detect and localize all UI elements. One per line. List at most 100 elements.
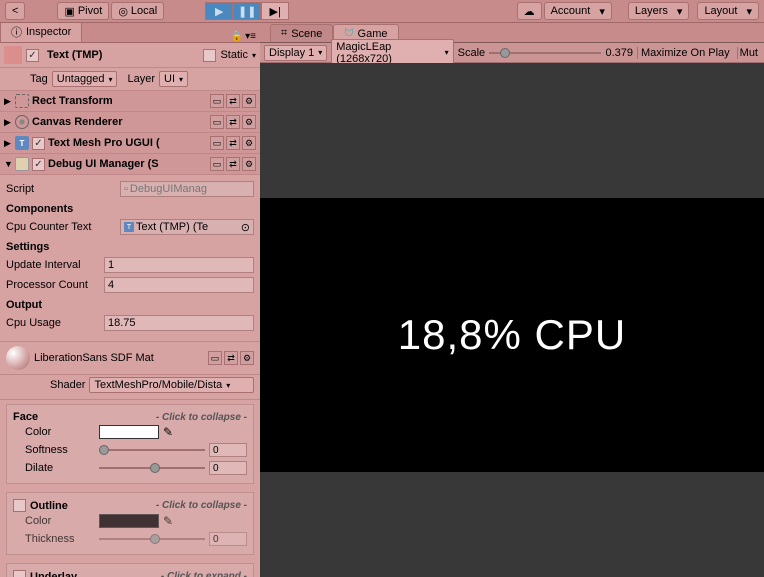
preset-icon[interactable]: ⇄ bbox=[226, 94, 240, 108]
component-rect-transform[interactable]: ▶ Rect Transform ▭⇄⚙ bbox=[0, 91, 260, 112]
display-dropdown[interactable]: Display 1 bbox=[264, 45, 327, 61]
outline-section: Outline - Click to collapse - Color ✎ Th… bbox=[6, 492, 254, 555]
script-label: Script bbox=[6, 183, 116, 195]
game-viewport: 18,8% CPU bbox=[260, 63, 764, 577]
canvas-renderer-icon bbox=[15, 115, 29, 129]
preset-icon[interactable]: ⇄ bbox=[224, 351, 238, 365]
preset-icon[interactable]: ⇄ bbox=[226, 157, 240, 171]
rect-transform-icon bbox=[15, 94, 29, 108]
maximize-label[interactable]: Maximize On Play bbox=[637, 47, 733, 59]
layer-dropdown[interactable]: UI bbox=[159, 71, 188, 87]
local-button[interactable]: ◎Local bbox=[111, 2, 164, 20]
tab-inspector[interactable]: ⓘInspector bbox=[0, 23, 82, 42]
material-name: LiberationSans SDF Mat bbox=[34, 352, 204, 364]
play-button[interactable]: ▶ bbox=[205, 2, 233, 20]
cloud-button[interactable]: ☁ bbox=[517, 2, 542, 20]
underlay-expand-hint[interactable]: - Click to expand - bbox=[161, 571, 247, 577]
preset-icon[interactable]: ⇄ bbox=[226, 136, 240, 150]
component-tmp[interactable]: ▶ T Text Mesh Pro UGUI ( ▭⇄⚙ bbox=[0, 133, 260, 154]
game-panel: ⌗Scene ᗢGame Display 1 MagicLEap (1268x7… bbox=[260, 23, 764, 577]
thickness-label: Thickness bbox=[25, 533, 95, 545]
underlay-title[interactable]: Underlay bbox=[30, 571, 77, 577]
script-field[interactable]: ▫DebugUIManag bbox=[120, 181, 254, 197]
face-color-swatch[interactable] bbox=[99, 425, 159, 439]
lock-icon[interactable]: 🔒 bbox=[231, 31, 243, 42]
face-title[interactable]: Face bbox=[13, 411, 38, 423]
gear-icon[interactable]: ⚙ bbox=[240, 351, 254, 365]
layout-dropdown[interactable]: Layout▾ bbox=[697, 2, 759, 20]
tag-dropdown[interactable]: Untagged bbox=[52, 71, 118, 87]
pause-button[interactable]: ❚❚ bbox=[233, 2, 261, 20]
inspector-icon: ⓘ bbox=[11, 24, 22, 40]
outline-collapse-hint[interactable]: - Click to collapse - bbox=[156, 500, 247, 511]
preset-icon[interactable]: ⇄ bbox=[226, 115, 240, 129]
static-dropdown-arrow[interactable]: ▾ bbox=[252, 51, 256, 60]
layer-label: Layer bbox=[127, 73, 155, 85]
docs-icon[interactable]: ▭ bbox=[208, 351, 222, 365]
debug-enabled-checkbox[interactable] bbox=[32, 158, 45, 171]
inspector-tab-bar: ⓘInspector 🔒 ▾≡ bbox=[0, 23, 260, 43]
step-button[interactable]: ▶| bbox=[261, 2, 289, 20]
panel-menu-icon[interactable]: ▾≡ bbox=[245, 31, 256, 42]
account-dropdown[interactable]: Account▾ bbox=[544, 2, 612, 20]
gear-icon[interactable]: ⚙ bbox=[242, 94, 256, 108]
tmp-icon: T bbox=[15, 136, 29, 150]
scene-icon: ⌗ bbox=[281, 27, 287, 40]
cpu-display-text: 18,8% CPU bbox=[398, 311, 626, 359]
pivot-icon: ▣ bbox=[64, 5, 74, 18]
cpu-usage-field[interactable] bbox=[104, 315, 254, 331]
foldout-icon[interactable]: ▶ bbox=[4, 117, 12, 128]
gear-icon[interactable]: ⚙ bbox=[242, 136, 256, 150]
gear-icon[interactable]: ⚙ bbox=[242, 157, 256, 171]
docs-icon[interactable]: ▭ bbox=[210, 136, 224, 150]
component-debug-ui-manager[interactable]: ▼ Debug UI Manager (S ▭⇄⚙ bbox=[0, 154, 260, 175]
game-render-area: 18,8% CPU bbox=[260, 198, 764, 472]
component-canvas-renderer[interactable]: ▶ Canvas Renderer ▭⇄⚙ bbox=[0, 112, 260, 133]
eyedropper-icon[interactable]: ✎ bbox=[163, 425, 173, 439]
tmp-enabled-checkbox[interactable] bbox=[32, 137, 45, 150]
gameobject-icon bbox=[4, 46, 22, 64]
static-checkbox[interactable] bbox=[203, 49, 216, 62]
docs-icon[interactable]: ▭ bbox=[210, 115, 224, 129]
update-interval-field[interactable] bbox=[104, 257, 254, 273]
softness-value[interactable] bbox=[209, 443, 247, 457]
material-header[interactable]: LiberationSans SDF Mat ▭⇄⚙ bbox=[0, 342, 260, 375]
tab-scene[interactable]: ⌗Scene bbox=[270, 24, 333, 42]
underlay-checkbox[interactable] bbox=[13, 570, 26, 577]
softness-slider[interactable] bbox=[99, 449, 205, 451]
processor-count-field[interactable] bbox=[104, 277, 254, 293]
top-toolbar: < ▣Pivot ◎Local ▶ ❚❚ ▶| ☁ Account▾ Layer… bbox=[0, 0, 764, 23]
underlay-section: Underlay - Click to expand - bbox=[6, 563, 254, 577]
face-collapse-hint[interactable]: - Click to collapse - bbox=[156, 412, 247, 423]
scale-label: Scale bbox=[458, 47, 486, 59]
mute-label[interactable]: Mut bbox=[737, 47, 760, 59]
dilate-slider[interactable] bbox=[99, 467, 205, 469]
tag-layer-row: Tag Untagged Layer UI bbox=[0, 68, 260, 91]
inspector-panel: ⓘInspector 🔒 ▾≡ Text (TMP) Static ▾ Tag … bbox=[0, 23, 260, 577]
scale-slider[interactable] bbox=[489, 52, 601, 54]
gear-icon[interactable]: ⚙ bbox=[242, 115, 256, 129]
cpu-counter-field[interactable]: TText (TMP) (Te⊙ bbox=[120, 219, 254, 235]
layers-dropdown[interactable]: Layers▾ bbox=[628, 2, 690, 20]
docs-icon[interactable]: ▭ bbox=[210, 157, 224, 171]
dilate-value[interactable] bbox=[209, 461, 247, 475]
shader-dropdown[interactable]: TextMeshPro/Mobile/Dista bbox=[89, 377, 254, 393]
outline-title[interactable]: Outline bbox=[30, 500, 68, 512]
eyedropper-icon[interactable]: ✎ bbox=[163, 514, 173, 528]
outline-checkbox[interactable] bbox=[13, 499, 26, 512]
thickness-slider[interactable] bbox=[99, 538, 205, 540]
docs-icon[interactable]: ▭ bbox=[210, 94, 224, 108]
thickness-value[interactable] bbox=[209, 532, 247, 546]
outline-color-swatch[interactable] bbox=[99, 514, 159, 528]
gameobject-name-field[interactable]: Text (TMP) bbox=[43, 48, 199, 62]
pivot-button[interactable]: ▣Pivot bbox=[57, 2, 109, 20]
tool-hand[interactable]: < bbox=[5, 2, 25, 20]
foldout-icon[interactable]: ▶ bbox=[4, 96, 12, 107]
foldout-icon[interactable]: ▶ bbox=[4, 138, 12, 149]
script-icon bbox=[15, 157, 29, 171]
components-section-label: Components bbox=[6, 199, 254, 217]
output-section-label: Output bbox=[6, 295, 254, 313]
foldout-icon[interactable]: ▼ bbox=[4, 159, 12, 169]
gameobject-active-checkbox[interactable] bbox=[26, 49, 39, 62]
face-section: Face - Click to collapse - Color ✎ Softn… bbox=[6, 404, 254, 484]
